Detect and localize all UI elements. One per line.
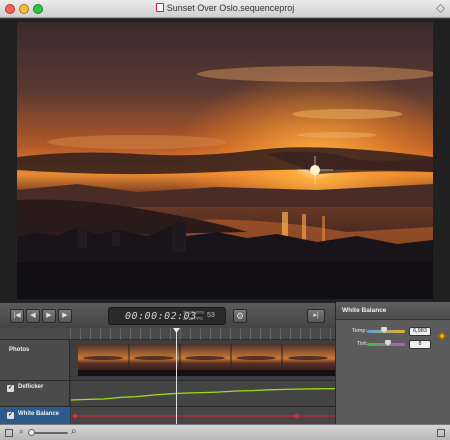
zoom-in-icon[interactable]: ⌕ [71, 426, 77, 437]
add-keyframe-icon[interactable] [437, 331, 447, 341]
deflicker-curve-graph [70, 387, 336, 401]
track-label-text: Deflicker [18, 384, 44, 390]
inspector-toggle-icon[interactable] [437, 429, 445, 437]
sunset-preview-image [17, 22, 433, 299]
tint-value-field[interactable]: 8 [409, 340, 431, 349]
step-forward-icon: ▶ [62, 312, 68, 319]
track-label-text: Photos [9, 347, 30, 353]
fps-readout: 30.00 FPS at 12 FPS [183, 310, 204, 322]
track-label-text: White Balance [18, 411, 60, 417]
bottom-status-bar: ⌕ ⌕ [0, 424, 450, 440]
temp-label: Temp: [352, 328, 367, 334]
play-icon: ▶ [46, 312, 52, 319]
tint-label: Tint: [357, 341, 368, 347]
track-divider [0, 406, 335, 407]
play-button[interactable]: ▶ [42, 309, 56, 323]
window-title-text: Sunset Over Oslo.sequenceproj [166, 3, 295, 13]
white-balance-graph [71, 413, 335, 419]
track-label-deflicker[interactable]: ✓ Deflicker [7, 384, 77, 392]
zoom-out-icon[interactable]: ⌕ [19, 427, 23, 437]
title-bar: Sunset Over Oslo.sequenceproj [0, 0, 450, 18]
deflicker-track[interactable] [70, 380, 336, 406]
zoom-slider-knob[interactable] [28, 429, 35, 436]
window-title: Sunset Over Oslo.sequenceproj [0, 3, 450, 13]
sunset-photo-graphic [17, 22, 433, 299]
playback-toolbar: |◀ ◀ ▶ ▶ 00:00:02:03 30.00 FPS at 12 FPS… [0, 302, 335, 328]
track-label-photos[interactable]: Photos [9, 347, 79, 353]
document-icon [155, 3, 164, 12]
track-divider [0, 380, 335, 381]
settings-button[interactable]: ⚙ [233, 309, 247, 323]
timeline-ruler[interactable] [0, 328, 335, 340]
app-window: Sunset Over Oslo.sequenceproj |◀ ◀ ▶ ▶ 0… [0, 0, 450, 440]
white-balance-checkbox[interactable]: ✓ [7, 412, 14, 419]
gear-icon: ⚙ [235, 311, 245, 321]
track-label-white-balance[interactable]: ✓ White Balance [7, 411, 77, 419]
inspector-panel: White Balance Temp: 6,983 Tint: 8 [335, 302, 450, 424]
sidebar-toggle-icon[interactable] [5, 429, 13, 437]
playhead-line[interactable] [176, 329, 177, 424]
temp-value-field[interactable]: 6,983 [409, 327, 431, 336]
timeline-tracks[interactable] [70, 340, 336, 424]
deflicker-curve [70, 387, 336, 401]
white-balance-track[interactable] [71, 406, 335, 424]
ruler-ticks [70, 328, 335, 340]
preview-viewer [0, 19, 450, 302]
export-button[interactable]: ▸| [307, 309, 325, 323]
step-back-button[interactable]: ◀ [26, 309, 40, 323]
inspector-header: White Balance [336, 302, 450, 320]
photos-filmstrip[interactable] [78, 344, 335, 376]
wb-keyframe-mid [294, 413, 300, 419]
step-forward-button[interactable]: ▶ [58, 309, 72, 323]
skip-back-icon: |◀ [13, 312, 21, 319]
frame-number: 53 [207, 312, 215, 319]
export-icon: ▸| [313, 312, 319, 319]
step-back-icon: ◀ [30, 312, 36, 319]
timecode-display: 00:00:02:03 30.00 FPS at 12 FPS 53 [108, 307, 226, 325]
zoom-slider[interactable] [30, 432, 68, 434]
fps-line2: at 12 FPS [183, 316, 204, 321]
deflicker-checkbox[interactable]: ✓ [7, 385, 14, 392]
wb-keyframe-start [72, 413, 78, 419]
fps-line1: 30.00 FPS [183, 310, 205, 315]
track-header-panel: Photos ✓ Deflicker ✓ White Balance [0, 340, 70, 424]
inspector-title: White Balance [342, 307, 387, 314]
go-to-start-button[interactable]: |◀ [10, 309, 24, 323]
filmstrip-thumbnails [78, 344, 335, 376]
